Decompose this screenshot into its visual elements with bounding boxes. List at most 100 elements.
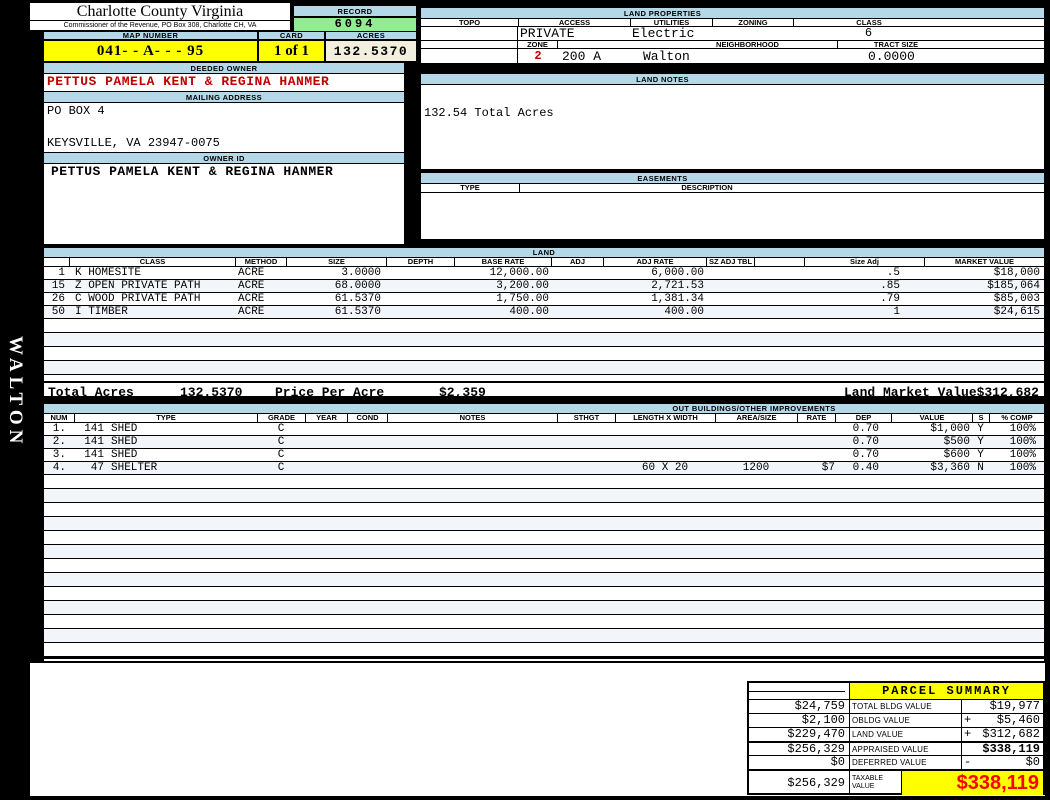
- price-per-acre-value: $2,359: [439, 385, 486, 397]
- sign: [962, 743, 976, 755]
- map-number-label: MAP NUMBER: [43, 31, 258, 40]
- utilities-column-header: UTILITIES: [630, 19, 712, 26]
- deferred-value: $0: [1025, 756, 1040, 769]
- land-class-header: CLASS: [69, 258, 235, 266]
- total-acres-label: Total Acres: [48, 385, 134, 397]
- land-market-value-label: Land Market Value: [844, 385, 977, 397]
- obldg-value: $5,460: [996, 714, 1040, 727]
- empty-row: [44, 489, 1044, 503]
- deeded-owner-value: PETTUS PAMELA KENT & REGINA HANMER: [47, 74, 330, 89]
- empty-row: [44, 517, 1044, 531]
- land-row: 50 I TIMBER ACRE 61.5370 400.00 400.00 1 $24,61…: [44, 306, 1044, 319]
- county-header-box: Charlotte County Virginia Commissioner o…: [29, 2, 291, 31]
- empty-row: [44, 573, 1044, 587]
- land-base-rate-header: BASE RATE: [454, 258, 551, 266]
- mailing-address-label: MAILING ADDRESS: [44, 91, 404, 103]
- ob-cond-header: COND: [347, 414, 387, 422]
- property-record-card: WALTON Charlotte County Virginia Commiss…: [0, 0, 1050, 800]
- easement-type-header: TYPE: [460, 184, 480, 192]
- prev-taxable-value: $256,329: [749, 771, 850, 795]
- neighborhood-vertical-label: WALTON: [5, 336, 26, 449]
- prev-total-bldg-value: $24,759: [749, 700, 850, 713]
- appraised-value: $338,119: [982, 743, 1040, 755]
- land-method-header: METHOD: [235, 258, 286, 266]
- empty-row: [44, 629, 1044, 643]
- prev-deferred-value: $0: [749, 756, 850, 769]
- empty-row: [44, 475, 1044, 489]
- empty-row: [44, 615, 1044, 629]
- summary-row: $256,329 APPRAISED VALUE $338,119: [749, 741, 1043, 755]
- out-buildings-section: OUT BUILDINGS/OTHER IMPROVEMENTS NUM TYP…: [43, 403, 1045, 662]
- parcel-summary-title: PARCEL SUMMARY: [850, 683, 1043, 699]
- land-adj-header: ADJ: [551, 258, 603, 266]
- utilities-value: Electric: [632, 27, 695, 40]
- summary-row: $24,759 TOTAL BLDG VALUE $19,977: [749, 699, 1043, 713]
- sign: -: [964, 756, 972, 769]
- acres-value: 132.5370: [325, 40, 417, 62]
- land-value: $312,682: [982, 728, 1040, 741]
- land-properties-title: LAND PROPERTIES: [421, 8, 1044, 19]
- card-label: CARD: [258, 31, 325, 40]
- owner-card-empty-area: [44, 180, 404, 244]
- empty-row: [44, 531, 1044, 545]
- map-number-value: 041- - A- - - 95: [43, 40, 258, 62]
- ob-s-header: S: [972, 414, 989, 422]
- out-buildings-total-label: Total Out Buildings & Other Improvements…: [518, 659, 808, 661]
- topo-value: [421, 27, 518, 40]
- land-num-header: [44, 258, 69, 266]
- topo-empty-area: [421, 41, 518, 48]
- owner-card: DEEDED OWNER PETTUS PAMELA KENT & REGINA…: [43, 62, 405, 245]
- empty-row: [44, 559, 1044, 573]
- summary-row: $229,470 LAND VALUE + $312,682: [749, 727, 1043, 741]
- land-notes-title: LAND NOTES: [421, 74, 1044, 85]
- empty-row: [44, 361, 1044, 375]
- zoning-value: [712, 27, 793, 40]
- ob-notes-header: NOTES: [387, 414, 557, 422]
- out-building-row: 3. 141 SHED C 0.70 $600 Y 100%: [44, 449, 1044, 462]
- land-row: 26 C WOOD PRIVATE PATH ACRE 61.5370 1,750.00…: [44, 293, 1044, 306]
- land-size-header: SIZE: [286, 258, 386, 266]
- land-size-adj-header: Size Adj: [804, 258, 924, 266]
- commissioner-line: Commissioner of the Revenue, PO Box 308,…: [30, 20, 290, 31]
- land-blank-header: [754, 258, 804, 266]
- ob-comp-header: % COMP: [989, 414, 1044, 422]
- owner-id-label: OWNER ID: [44, 152, 404, 164]
- neighborhood-code-value: 200 A: [562, 49, 602, 63]
- access-value: PRIVATE: [520, 27, 575, 40]
- land-adj-rate-header: ADJ RATE: [603, 258, 706, 266]
- ob-sthgt-header: STHGT: [557, 414, 615, 422]
- total-bldg-value-label: TOTAL BLDG VALUE: [850, 700, 962, 713]
- ob-year-header: YEAR: [305, 414, 347, 422]
- zoning-column-header: ZONING: [712, 19, 793, 26]
- empty-row: [44, 587, 1044, 601]
- summary-row: $0 DEFERRED VALUE - $0: [749, 755, 1043, 769]
- land-totals-row: Total Acres 132.5370 Price Per Acre $2,3…: [44, 381, 1044, 396]
- empty-row: [44, 545, 1044, 559]
- access-column-header: ACCESS: [518, 19, 630, 26]
- empty-row: [44, 347, 1044, 361]
- neighborhood-value: Walton: [643, 49, 690, 63]
- land-market-value-header: MARKET VALUE: [924, 258, 1044, 266]
- ob-rate-header: RATE: [797, 414, 835, 422]
- owner-id-value: PETTUS PAMELA KENT & REGINA HANMER: [51, 164, 334, 179]
- prev-obldg-value: $2,100: [749, 714, 850, 727]
- empty-row: [44, 643, 1044, 657]
- land-section: LAND CLASS METHOD SIZE DEPTH BASE RATE A…: [43, 247, 1045, 397]
- out-building-row: 4. 47 SHELTER C 60 X 20 1200 $7 0.40 $3,360 N 100%: [44, 462, 1044, 475]
- easements-title: EASEMENTS: [421, 173, 1044, 184]
- mailing-address-block: PO BOX 4 KEYSVILLE, VA 23947-0075: [44, 103, 404, 152]
- ob-area-size-header: AREA/SIZE: [715, 414, 797, 422]
- tract-size-value: 0.0000: [868, 49, 915, 63]
- ob-type-header: TYPE: [74, 414, 257, 422]
- empty-row: [44, 503, 1044, 517]
- record-value: 6094: [293, 17, 417, 32]
- total-bldg-value: $19,977: [989, 700, 1040, 713]
- address-line-1: PO BOX 4: [47, 104, 105, 118]
- land-depth-header: DEPTH: [386, 258, 454, 266]
- neighborhood-column-header: NEIGHBORHOOD: [558, 41, 838, 48]
- ob-length-width-header: LENGTH X WIDTH: [615, 414, 715, 422]
- parcel-summary: PARCEL SUMMARY $24,759 TOTAL BLDG VALUE …: [747, 681, 1045, 795]
- empty-row: [44, 319, 1044, 333]
- obldg-value-label: OBLDG VALUE: [850, 714, 962, 727]
- ob-value-header: VALUE: [891, 414, 972, 422]
